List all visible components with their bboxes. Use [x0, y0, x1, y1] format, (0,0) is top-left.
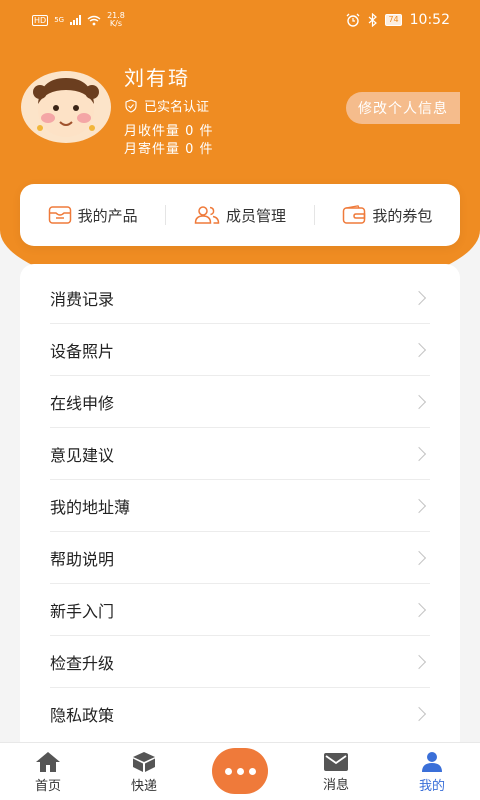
- battery-icon: 74: [385, 14, 402, 26]
- network-label: 5G: [54, 16, 65, 24]
- menu-item-label: 消费记录: [50, 289, 115, 309]
- menu-item-check-update[interactable]: 检查升级: [50, 636, 430, 688]
- menu-item-privacy-policy[interactable]: 隐私政策: [50, 688, 430, 740]
- alarm-icon: [346, 13, 360, 27]
- network-speed: 21.8 K/s: [107, 12, 125, 28]
- menu-list-card: 消费记录 设备照片 在线申修 意见建议 我的地址薄 帮助说明 新手入门 检查升级…: [20, 264, 460, 754]
- my-products-button[interactable]: 我的产品: [48, 205, 138, 226]
- clock: 10:52: [409, 12, 450, 28]
- menu-item-getting-started[interactable]: 新手入门: [50, 584, 430, 636]
- divider: [165, 205, 167, 225]
- avatar[interactable]: [20, 70, 112, 144]
- menu-item-help[interactable]: 帮助说明: [50, 532, 430, 584]
- menu-item-label: 帮助说明: [50, 549, 115, 569]
- chevron-right-icon: [411, 394, 427, 409]
- tab-home[interactable]: 首页: [8, 743, 88, 800]
- member-management-label: 成员管理: [225, 206, 286, 225]
- my-products-label: 我的产品: [77, 206, 138, 225]
- tab-label: 首页: [34, 778, 61, 794]
- speed-unit: K/s: [109, 19, 123, 28]
- menu-item-address-book[interactable]: 我的地址薄: [50, 480, 430, 532]
- status-bar: HD 5G 21.8 K/s 74 10:52: [0, 0, 480, 40]
- menu-item-label: 隐私政策: [50, 706, 115, 725]
- chevron-right-icon: [411, 550, 427, 565]
- chevron-right-icon: [411, 446, 427, 461]
- tab-label: 快递: [130, 778, 157, 794]
- menu-item-device-photos[interactable]: 设备照片: [50, 324, 430, 376]
- tab-label: 消息: [322, 777, 349, 793]
- members-icon: [194, 206, 220, 224]
- menu-item-label: 意见建议: [50, 445, 115, 465]
- center-action-button[interactable]: [212, 748, 268, 794]
- chevron-right-icon: [411, 706, 427, 722]
- verified-label: 已实名认证: [144, 100, 210, 115]
- status-right: 74 10:52: [346, 12, 450, 28]
- shield-check-icon: [125, 98, 137, 113]
- package-icon: [133, 751, 155, 772]
- mail-icon: [324, 752, 348, 771]
- menu-item-label: 新手入门: [50, 601, 115, 621]
- menu-item-label: 设备照片: [50, 341, 115, 361]
- more-dots-icon: [224, 767, 256, 775]
- wallet-icon: [343, 205, 366, 224]
- user-name: 刘有琦: [124, 66, 190, 90]
- person-icon: [422, 751, 442, 772]
- bluetooth-icon: [369, 13, 378, 27]
- edit-profile-button[interactable]: 修改个人信息: [346, 92, 460, 124]
- monthly-received-stat: 月收件量 0 件: [124, 124, 214, 139]
- tab-messages[interactable]: 消息: [296, 743, 376, 800]
- coupon-wallet-label: 我的券包: [372, 206, 433, 225]
- hd-badge: HD: [32, 14, 49, 26]
- menu-item-feedback[interactable]: 意见建议: [50, 428, 430, 480]
- product-box-icon: [48, 206, 71, 224]
- chevron-right-icon: [411, 654, 427, 669]
- menu-item-label: 在线申修: [50, 393, 115, 413]
- menu-item-online-repair[interactable]: 在线申修: [50, 376, 430, 428]
- divider: [313, 205, 315, 225]
- quick-actions-card: 我的产品 成员管理 我的券包: [20, 184, 460, 246]
- member-management-button[interactable]: 成员管理: [194, 205, 286, 226]
- tab-label: 我的: [418, 778, 445, 794]
- status-left: HD 5G 21.8 K/s: [32, 12, 125, 28]
- signal-icon: [70, 15, 82, 25]
- chevron-right-icon: [411, 290, 427, 305]
- monthly-sent-stat: 月寄件量 0 件: [124, 142, 214, 157]
- tab-express[interactable]: 快递: [104, 743, 184, 800]
- verified-status: 已实名认证: [124, 96, 209, 115]
- menu-item-label: 我的地址薄: [50, 497, 131, 517]
- chevron-right-icon: [411, 498, 427, 513]
- menu-item-consumption-records[interactable]: 消费记录: [50, 272, 430, 324]
- tab-mine[interactable]: 我的: [392, 743, 472, 800]
- menu-item-label: 检查升级: [50, 653, 115, 673]
- wifi-icon: [87, 15, 101, 25]
- chevron-right-icon: [411, 342, 427, 357]
- chevron-right-icon: [411, 602, 427, 617]
- coupon-wallet-button[interactable]: 我的券包: [342, 205, 432, 226]
- profile-section: 刘有琦 已实名认证 月收件量 0 件 月寄件量 0 件 修改个人信息: [20, 66, 460, 160]
- home-icon: [36, 751, 60, 772]
